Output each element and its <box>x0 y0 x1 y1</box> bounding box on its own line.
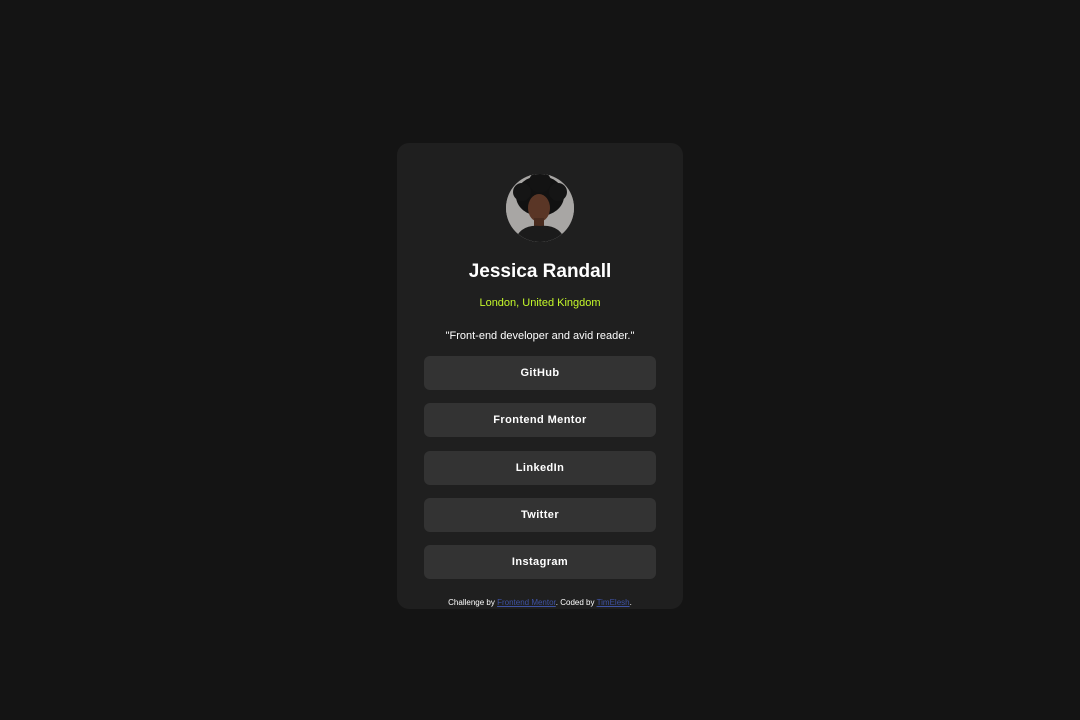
profile-bio: "Front-end developer and avid reader." <box>445 330 635 342</box>
profile-location: London, United Kingdom <box>479 297 601 309</box>
social-links-list: GitHub Frontend Mentor LinkedIn Twitter … <box>424 356 656 592</box>
challenge-link[interactable]: Frontend Mentor <box>497 598 556 607</box>
avatar-portrait-image <box>506 174 574 242</box>
attribution-prefix: Challenge by <box>448 598 498 607</box>
attribution-footer: Challenge by Frontend Mentor. Coded by T… <box>397 598 683 608</box>
instagram-link-button[interactable]: Instagram <box>424 545 656 580</box>
attribution-middle: . Coded by <box>555 598 597 607</box>
profile-card: Jessica Randall London, United Kingdom "… <box>397 143 683 609</box>
profile-name: Jessica Randall <box>468 261 612 282</box>
attribution-suffix: . <box>629 598 632 607</box>
frontend-mentor-link-button[interactable]: Frontend Mentor <box>424 403 656 438</box>
linkedin-link-button[interactable]: LinkedIn <box>424 450 656 485</box>
twitter-link-button[interactable]: Twitter <box>424 497 656 532</box>
author-link[interactable]: TimElesh <box>597 598 630 607</box>
github-link-button[interactable]: GitHub <box>424 356 656 390</box>
avatar <box>506 174 574 242</box>
